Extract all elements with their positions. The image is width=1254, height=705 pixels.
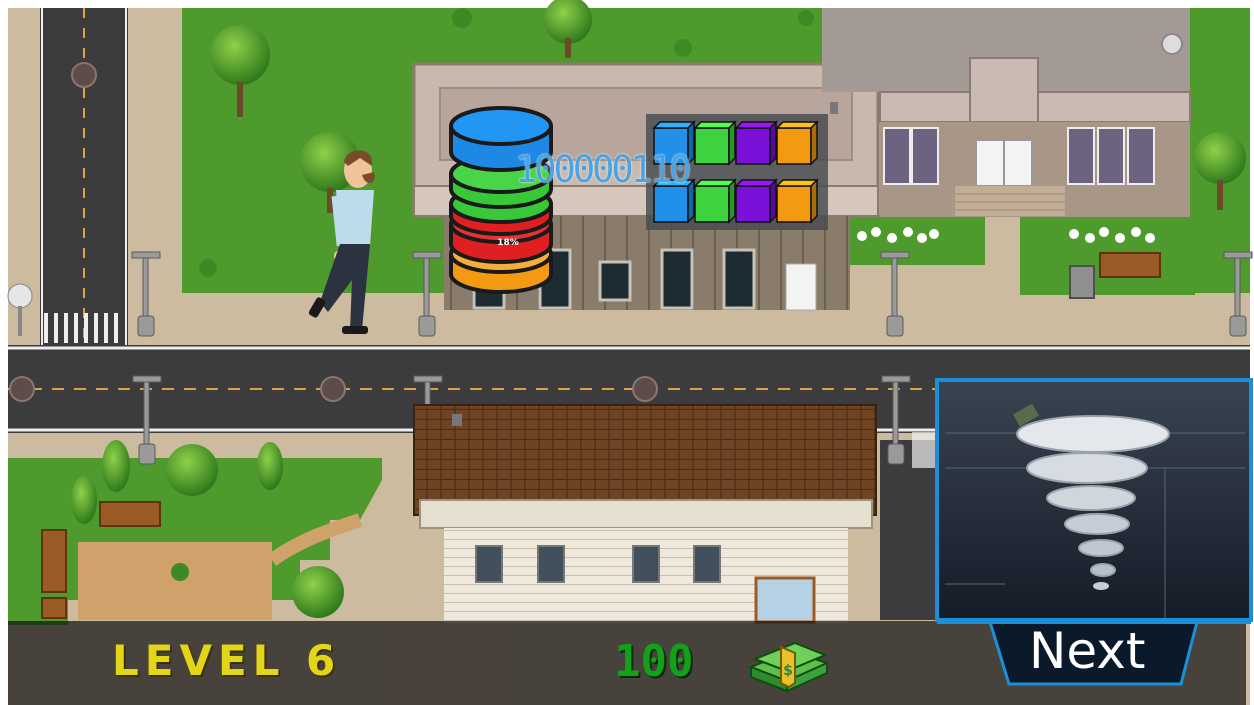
binary-stream: 100000110 [515, 148, 691, 191]
color-block [693, 178, 737, 224]
game-stage: 18% 100000110 LEVEL 6 100 $ Next [0, 0, 1254, 705]
color-block [734, 178, 778, 224]
color-block [775, 120, 819, 166]
next-button[interactable]: Next [1029, 622, 1145, 680]
color-block [734, 120, 778, 166]
database-stack-icon [449, 106, 553, 294]
cash-stack-icon: $ [748, 641, 830, 693]
svg-text:$: $ [783, 663, 793, 679]
color-block [693, 120, 737, 166]
level-label: LEVEL 6 [112, 636, 342, 685]
color-block [775, 178, 819, 224]
money-counter: 100 [614, 636, 694, 687]
database-percent: 18% [497, 238, 519, 248]
